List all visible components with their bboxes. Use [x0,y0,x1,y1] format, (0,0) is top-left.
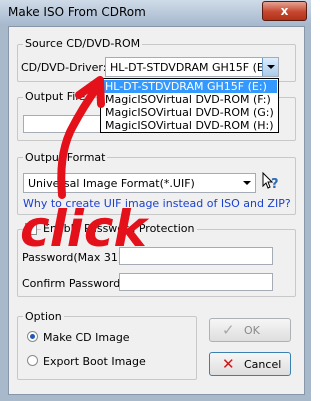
output-file-legend: Output File [23,90,88,103]
output-format-select[interactable]: Universal Image Format(*.UIF) [23,173,256,193]
title-bar: Make ISO From CDRom x [0,0,311,24]
driver-select[interactable]: HL-DT-STDVDRAM GH15F (E [105,57,279,77]
driver-option[interactable]: HL-DT-STDVDRAM GH15F (E:) [102,80,277,93]
option-legend: Option [23,310,64,323]
confirm-password-field[interactable] [119,273,273,291]
driver-dropdown-button[interactable] [262,58,278,76]
driver-option[interactable]: MagicISOVirtual DVD-ROM (G:) [102,106,277,119]
enable-password-checkbox[interactable] [25,223,37,235]
cross-icon: ✕ [222,355,235,373]
source-legend: Source CD/DVD-ROM [23,37,143,50]
confirm-password-label: Confirm Password: [22,277,124,290]
chevron-down-icon [267,65,275,69]
svg-text:?: ? [271,177,279,191]
password-legend: Enable Password Protection [41,222,197,235]
dialog-window: Make ISO From CDRom x Source CD/DVD-ROM … [0,0,311,401]
option-group [17,316,197,380]
driver-option[interactable]: MagicISOVirtual DVD-ROM (H:) [102,119,277,132]
make-cd-label[interactable]: Make CD Image [43,331,130,344]
export-boot-radio[interactable] [27,355,38,366]
ok-button[interactable]: ✓ OK [209,318,291,342]
driver-label: CD/DVD-Driver: [21,61,107,74]
ok-label: OK [244,324,260,337]
make-cd-radio[interactable] [27,331,38,342]
window-title: Make ISO From CDRom [8,5,146,19]
driver-dropdown-list[interactable]: HL-DT-STDVDRAM GH15F (E:) MagicISOVirtua… [100,78,279,133]
format-dropdown-button[interactable] [239,174,255,192]
radio-selected-dot [30,334,35,339]
cancel-button[interactable]: ✕ Cancel [209,352,291,376]
export-boot-label[interactable]: Export Boot Image [43,355,146,368]
cancel-label: Cancel [244,358,282,371]
uif-help-link[interactable]: Why to create UIF image instead of ISO a… [23,197,291,210]
help-cursor-icon[interactable]: ? [260,171,280,191]
chevron-down-icon [243,181,251,185]
driver-option[interactable]: MagicISOVirtual DVD-ROM (F:) [102,93,277,106]
close-button[interactable]: x [262,1,307,21]
output-format-value: Universal Image Format(*.UIF) [28,177,195,190]
checkmark-icon: ✓ [222,321,235,339]
output-format-legend: Output Format [23,151,108,164]
password-label: Password(Max 31): [22,251,126,264]
driver-select-value: HL-DT-STDVDRAM GH15F (E [110,61,264,74]
password-field[interactable] [119,247,273,265]
